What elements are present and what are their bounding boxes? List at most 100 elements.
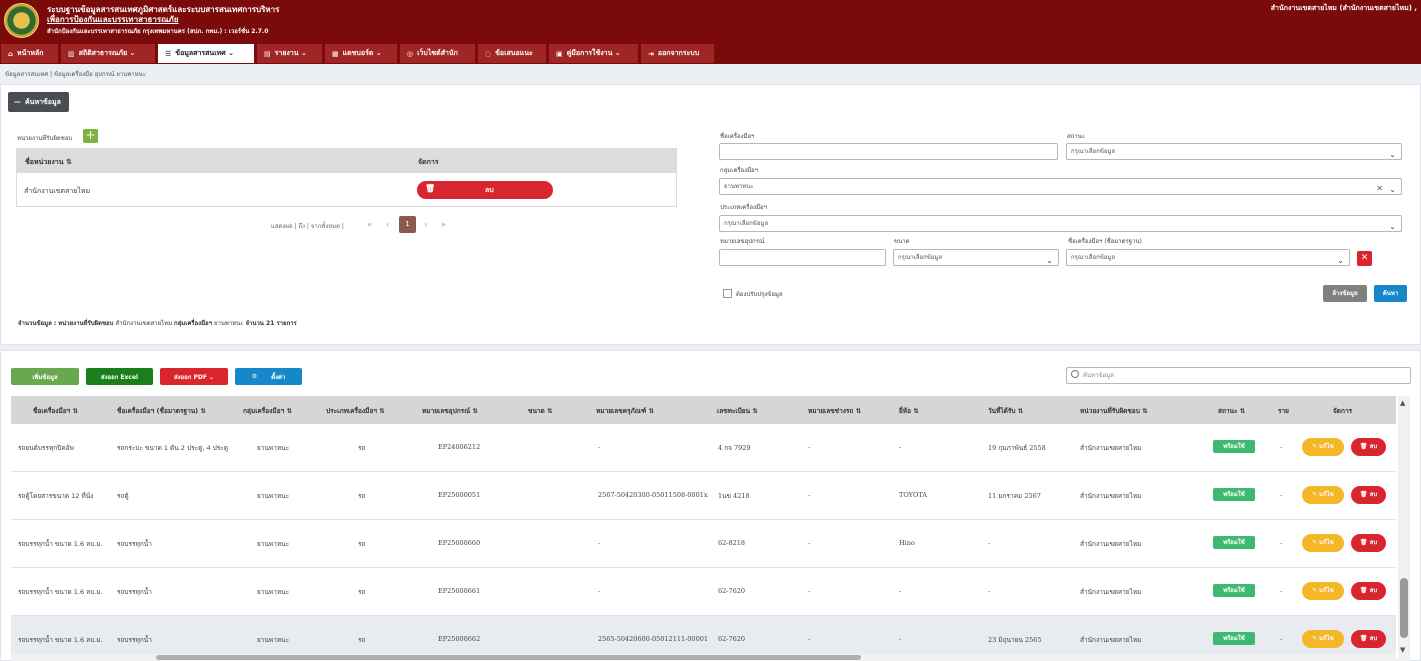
col-group[interactable]: กลุ่มเครื่องมือฯ ⇅ <box>243 406 292 416</box>
pager-prev[interactable]: ‹ <box>386 220 389 229</box>
scroll-thumb[interactable] <box>1400 578 1408 638</box>
pager-first[interactable]: « <box>367 220 372 229</box>
export-excel-button[interactable]: ส่งออก Excel <box>86 368 153 385</box>
size-select[interactable]: กรุณาเลือกข้อมูล ⌄ <box>893 249 1059 266</box>
unit-table: ชื่อหน่วยงาน ⇅ จัดการ สำนักงานเขตสายไหม <box>16 148 677 207</box>
delete-button[interactable]: 🗑 ลบ <box>1351 582 1386 600</box>
clear-icon[interactable]: ✕ <box>1376 181 1383 194</box>
tool-name-input[interactable] <box>719 143 1058 160</box>
clear-button[interactable]: ล้างข้อมูล <box>1323 285 1367 302</box>
needs-update-label: ต้องปรับปรุงข้อมูล <box>736 291 783 298</box>
scroll-down-icon[interactable]: ▼ <box>1400 646 1405 654</box>
delete-button[interactable]: 🗑 ลบ <box>1351 438 1386 456</box>
col-equip-no[interactable]: หมายเลขอุปกรณ์ ⇅ <box>422 406 478 416</box>
status-badge: พร้อมใช้ <box>1213 584 1255 597</box>
col-brand[interactable]: ยี่ห้อ ⇅ <box>899 406 919 416</box>
unit-row-name: สำนักงานเขตสายไหม <box>24 187 91 195</box>
unit-col-action: จัดการ <box>418 158 439 166</box>
nav-statistics[interactable]: ▥ สถิติสาธารณภัย ⌄ <box>61 44 155 63</box>
nav-dashboard[interactable]: ▦ แดชบอร์ด ⌄ <box>325 44 397 63</box>
needs-update-checkbox[interactable] <box>723 289 732 298</box>
size-label: ขนาด <box>894 238 910 245</box>
trash-icon: 🗑 <box>1359 587 1370 594</box>
equip-no-label: หมายเลขอุปกรณ์ <box>720 238 765 245</box>
type-label: ประเภทเครื่องมือฯ <box>720 204 767 211</box>
type-select[interactable]: กรุณาเลือกข้อมูล ⌄ <box>719 215 1402 232</box>
horizontal-scrollbar[interactable] <box>11 654 1396 661</box>
delete-button[interactable]: 🗑 ลบ <box>1351 534 1386 552</box>
equip-no-input[interactable] <box>719 249 886 266</box>
vertical-scrollbar[interactable]: ▲ ▼ <box>1398 396 1410 661</box>
table-row: รถยนต์บรรทุกปิคอัพ รถกระบะ ขนาด 1 ตัน 2 … <box>11 424 1396 472</box>
pager-last[interactable]: » <box>441 220 446 229</box>
std-name-select[interactable]: กรุณาเลือกข้อมูล ⌄ <box>1066 249 1350 266</box>
app-version: สำนักป้องกันและบรรเทาสาธารณภัย กรุงเทพมห… <box>47 28 269 35</box>
search-toggle-button[interactable]: — ค้นหาข้อมูล <box>8 92 69 112</box>
col-received[interactable]: วันที่ได้รับ ⇅ <box>988 406 1023 416</box>
search-button[interactable]: ค้นหา <box>1374 285 1407 302</box>
nav-manual[interactable]: ▣ คู่มือการใช้งาน ⌄ <box>549 44 638 63</box>
col-tool-name[interactable]: ชื่อเครื่องมือฯ ⇅ <box>33 406 78 416</box>
col-status[interactable]: สถานะ ⇅ <box>1218 406 1245 416</box>
minus-icon: — <box>14 98 21 106</box>
add-unit-button[interactable]: + <box>83 129 98 143</box>
group-select[interactable]: ยานพาหนะ ✕ ⌄ <box>719 178 1402 195</box>
app-subtitle[interactable]: เพื่อการป้องกันและบรรเทาสาธารณภัย <box>47 13 179 26</box>
nav-logout[interactable]: ⇥ ออกจากระบบ <box>641 44 714 63</box>
result-summary: จำนวนข้อมูล : หน่วยงานที่รับผิดชอบ สำนัก… <box>18 320 297 327</box>
edit-button[interactable]: ✎ แก้ไข <box>1302 534 1344 552</box>
col-type[interactable]: ประเภทเครื่องมือฯ ⇅ <box>326 406 385 416</box>
chevron-down-icon: ⌄ <box>1046 256 1053 265</box>
chevron-down-icon: ⌄ <box>1337 256 1344 265</box>
status-badge: พร้อมใช้ <box>1213 440 1255 453</box>
delete-button[interactable]: 🗑 ลบ <box>1351 486 1386 504</box>
scroll-up-icon[interactable]: ▲ <box>1400 399 1405 407</box>
group-label: กลุ่มเครื่องมือฯ <box>720 167 759 174</box>
col-plate[interactable]: เลขทะเบียน ⇅ <box>717 406 758 416</box>
col-asset-no[interactable]: หมายเลขครุภัณฑ์ ⇅ <box>596 406 654 416</box>
current-user[interactable]: สำนักงานเขตสายไหม (สำนักงานเขตสายไหม) , <box>1271 3 1417 14</box>
status-badge: พร้อมใช้ <box>1213 536 1255 549</box>
col-unit[interactable]: หน่วยงานที่รับผิดชอบ ⇅ <box>1080 406 1148 416</box>
edit-button[interactable]: ✎ แก้ไข <box>1302 582 1344 600</box>
home-icon: ⌂ <box>8 49 14 58</box>
nav-information[interactable]: ☰ ข้อมูลสารสนเทศ ⌄ <box>158 44 254 63</box>
chart-icon: ▥ <box>68 49 75 58</box>
unit-label: หน่วยงานที่รับผิดชอบ <box>17 135 73 142</box>
export-pdf-button[interactable]: ส่งออก PDF ⌄ <box>160 368 228 385</box>
app-header: ระบบฐานข้อมูลสารสนเทศภูมิศาสตร์และระบบสา… <box>0 0 1421 43</box>
col-std-name[interactable]: ชื่อเครื่องมือฯ (ชื่อมาตรฐาน) ⇅ <box>117 406 206 416</box>
edit-button[interactable]: ✎ แก้ไข <box>1302 630 1344 648</box>
main-nav: ⌂ หน้าหลัก ▥ สถิติสาธารณภัย ⌄ ☰ ข้อมูลสารสน… <box>0 43 1421 64</box>
breadcrumb: ข้อมูลสารสนเทศ | ข้อมูลเครื่องมือ อุปกรณ… <box>5 71 146 78</box>
status-badge: พร้อมใช้ <box>1213 488 1255 501</box>
book-icon: ▣ <box>556 49 563 58</box>
equipment-table: ชื่อเครื่องมือฯ ⇅ ชื่อเครื่องมือฯ (ชื่อม… <box>11 396 1396 661</box>
edit-button[interactable]: ✎ แก้ไข <box>1302 438 1344 456</box>
scroll-thumb[interactable] <box>156 655 861 660</box>
nav-home[interactable]: ⌂ หน้าหลัก <box>1 44 58 63</box>
edit-button[interactable]: ✎ แก้ไข <box>1302 486 1344 504</box>
comment-icon: ◌ <box>485 49 492 58</box>
nav-website[interactable]: ◎ เว็บไซต์สำนัก <box>400 44 475 63</box>
nav-feedback[interactable]: ◌ ข้อเสนอแนะ <box>478 44 546 63</box>
pager-current[interactable]: 1 <box>399 216 416 233</box>
trash-icon: 🗑 <box>1359 491 1370 498</box>
unit-col-name[interactable]: ชื่อหน่วยงาน ⇅ <box>25 157 72 168</box>
table-search-input[interactable]: ค้นหาข้อมูล <box>1066 367 1411 384</box>
status-label: สถานะ <box>1067 133 1085 140</box>
nav-reports[interactable]: ▤ รายงาน ⌄ <box>257 44 322 63</box>
list-icon: ☰ <box>165 49 172 58</box>
settings-button[interactable]: ⚙ ตั้งค่า <box>235 368 302 385</box>
unit-delete-button[interactable]: 🗑 ลบ <box>417 181 553 199</box>
gear-icon: ⚙ <box>251 373 258 380</box>
add-record-button[interactable]: เพิ่มข้อมูล <box>11 368 79 385</box>
col-size[interactable]: ขนาด ⇅ <box>528 406 552 416</box>
pager-next[interactable]: › <box>424 220 427 229</box>
delete-button[interactable]: 🗑 ลบ <box>1351 630 1386 648</box>
remove-filter-button[interactable]: ✕ <box>1357 251 1372 266</box>
search-icon <box>1071 370 1079 378</box>
status-select[interactable]: กรุณาเลือกข้อมูล ⌄ <box>1066 143 1402 160</box>
trash-icon: 🗑 <box>1359 539 1370 546</box>
col-mechanic[interactable]: หมายเลขช่างรถ ⇅ <box>808 406 861 416</box>
